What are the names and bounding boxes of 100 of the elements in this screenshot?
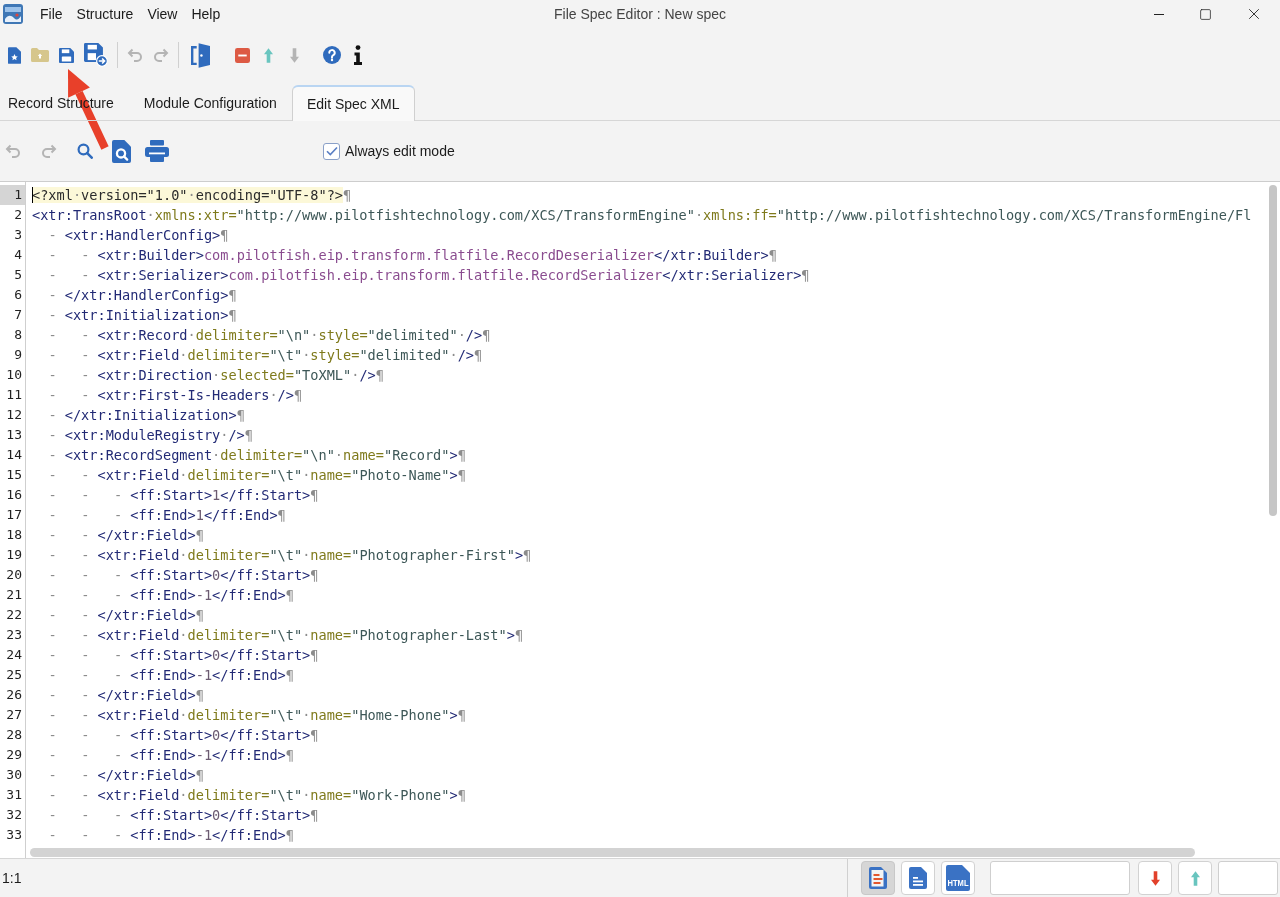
line-number: 3 bbox=[13, 226, 23, 244]
code-line: - - <xtr:Field·delimiter="\t"·name="Home-Phone">¶ bbox=[47, 706, 466, 725]
text-cursor bbox=[32, 187, 33, 203]
vertical-scrollbar[interactable] bbox=[1269, 185, 1277, 516]
printer-icon bbox=[145, 140, 169, 162]
line-number: 12 bbox=[5, 406, 23, 424]
line-number: 5 bbox=[13, 266, 23, 284]
line-number: 27 bbox=[5, 706, 23, 724]
document-lines-icon bbox=[869, 867, 887, 889]
document-view-button[interactable] bbox=[901, 861, 935, 895]
line-number: 9 bbox=[13, 346, 23, 364]
code-line: - <xtr:HandlerConfig>¶ bbox=[47, 226, 229, 245]
line-number: 8 bbox=[13, 326, 23, 344]
code-line: - - <xtr:Field·delimiter="\t"·name="Work-Phone">¶ bbox=[47, 786, 466, 805]
code-line: - - <xtr:Field·delimiter="\t"·name="Photo-Name">¶ bbox=[47, 466, 466, 485]
line-number: 26 bbox=[5, 686, 23, 704]
save-icon bbox=[58, 47, 74, 63]
minimize-icon bbox=[1154, 13, 1164, 15]
line-number: 33 bbox=[5, 826, 23, 844]
line-number: 17 bbox=[5, 506, 23, 524]
down-arrow-icon bbox=[1150, 870, 1160, 886]
line-number: 22 bbox=[5, 606, 23, 624]
up-arrow-icon bbox=[1190, 870, 1200, 886]
code-line: - - <xtr:Direction·selected="ToXML"·/>¶ bbox=[47, 366, 384, 385]
line-number: 7 bbox=[13, 306, 23, 324]
line-number: 6 bbox=[13, 286, 23, 304]
code-line: - - </xtr:Field>¶ bbox=[47, 686, 204, 705]
tab[interactable]: Module Configuration bbox=[128, 85, 292, 120]
line-number: 25 bbox=[5, 666, 23, 684]
code-line: - - <xtr:First-Is-Headers·/>¶ bbox=[47, 386, 303, 405]
undo-icon bbox=[5, 143, 21, 159]
line-number: 16 bbox=[5, 486, 23, 504]
code-line: - - - <ff:End>-1</ff:End>¶ bbox=[47, 826, 294, 845]
text-view-button[interactable] bbox=[861, 861, 895, 895]
code-line: - - - <ff:End>1</ff:End>¶ bbox=[47, 506, 286, 525]
minus-icon bbox=[234, 47, 250, 63]
line-number: 1 bbox=[0, 185, 25, 205]
line-number: 28 bbox=[5, 726, 23, 744]
code-line: - </xtr:HandlerConfig>¶ bbox=[47, 286, 237, 305]
line-number: 13 bbox=[5, 426, 23, 444]
line-number: 19 bbox=[5, 546, 23, 564]
info-icon bbox=[353, 45, 363, 65]
line-number: 31 bbox=[5, 786, 23, 804]
code-line: - - - <ff:End>-1</ff:End>¶ bbox=[47, 586, 294, 605]
horizontal-scrollbar[interactable] bbox=[30, 848, 1195, 857]
next-button[interactable] bbox=[1138, 861, 1172, 895]
code-line: - - - <ff:End>-1</ff:End>¶ bbox=[47, 666, 294, 685]
code-line: - - </xtr:Field>¶ bbox=[47, 526, 204, 545]
code-line: - - - <ff:Start>0</ff:Start>¶ bbox=[47, 646, 319, 665]
code-line: - - - <ff:Start>1</ff:Start>¶ bbox=[47, 486, 319, 505]
previous-button[interactable] bbox=[1178, 861, 1212, 895]
code-line: - - - <ff:Start>0</ff:Start>¶ bbox=[47, 566, 319, 585]
code-line: - - <xtr:Record·delimiter="\n"·style="delimited"·/>¶ bbox=[47, 326, 491, 345]
line-number: 21 bbox=[5, 586, 23, 604]
save-as-icon bbox=[84, 43, 108, 67]
document-search-icon bbox=[111, 139, 131, 163]
cursor-position: 1:1 bbox=[2, 868, 22, 888]
code-line: - </xtr:Initialization>¶ bbox=[47, 406, 245, 425]
code-line: - <xtr:Initialization>¶ bbox=[47, 306, 237, 325]
help-icon bbox=[323, 46, 341, 64]
tab[interactable]: Edit Spec XML bbox=[291, 85, 415, 121]
line-number: 30 bbox=[5, 766, 23, 784]
code-line: - - <xtr:Field·delimiter="\t"·name="Photographer-Last">¶ bbox=[47, 626, 524, 645]
new-file-icon bbox=[7, 46, 21, 64]
folder-icon bbox=[31, 48, 49, 62]
line-number: 14 bbox=[5, 446, 23, 464]
code-line: - - <xtr:Field·delimiter="\t"·name="Photographer-First">¶ bbox=[47, 546, 532, 565]
line-number: 20 bbox=[5, 566, 23, 584]
print-button[interactable] bbox=[144, 140, 170, 162]
document-icon bbox=[909, 867, 927, 889]
code-line: - - - <ff:End>-1</ff:End>¶ bbox=[47, 746, 294, 765]
line-number: 15 bbox=[5, 466, 23, 484]
code-line: - - <xtr:Serializer>com.pilotfish.eip.transform.flatfile.RecordSerializer</xtr:Serializer>¶ bbox=[47, 266, 810, 285]
input-field[interactable] bbox=[990, 861, 1130, 895]
undo-icon bbox=[127, 47, 143, 63]
checkbox[interactable] bbox=[323, 142, 340, 160]
menu-item[interactable]: Help bbox=[184, 3, 228, 25]
checkbox-label: Always edit mode bbox=[345, 141, 455, 161]
line-number: 10 bbox=[5, 366, 23, 384]
line-number: 4 bbox=[13, 246, 23, 264]
line-number: 11 bbox=[5, 386, 23, 404]
down-arrow-icon bbox=[289, 47, 299, 63]
menu-item[interactable]: File bbox=[33, 3, 70, 25]
input-field[interactable] bbox=[1218, 861, 1278, 895]
code-line: - - - <ff:Start>0</ff:Start>¶ bbox=[47, 806, 319, 825]
menu-item[interactable]: View bbox=[140, 3, 185, 25]
door-icon bbox=[190, 42, 210, 68]
up-arrow-icon bbox=[263, 47, 273, 63]
code-line: - - - <ff:Start>0</ff:Start>¶ bbox=[47, 726, 319, 745]
menu-item[interactable]: Structure bbox=[69, 3, 141, 25]
code-line: - <xtr:ModuleRegistry·/>¶ bbox=[47, 426, 253, 445]
line-number: 23 bbox=[5, 626, 23, 644]
redo-icon bbox=[41, 143, 57, 159]
code-line: - <xtr:RecordSegment·delimiter="\n"·name="Record">¶ bbox=[47, 446, 466, 465]
app-icon bbox=[3, 4, 23, 24]
line-number: 29 bbox=[5, 746, 23, 764]
code-line: - - <xtr:Field·delimiter="\t"·style="delimited"·/>¶ bbox=[47, 346, 483, 365]
code-line: - - </xtr:Field>¶ bbox=[47, 606, 204, 625]
line-number: 24 bbox=[5, 646, 23, 664]
maximize-icon bbox=[1198, 7, 1212, 21]
